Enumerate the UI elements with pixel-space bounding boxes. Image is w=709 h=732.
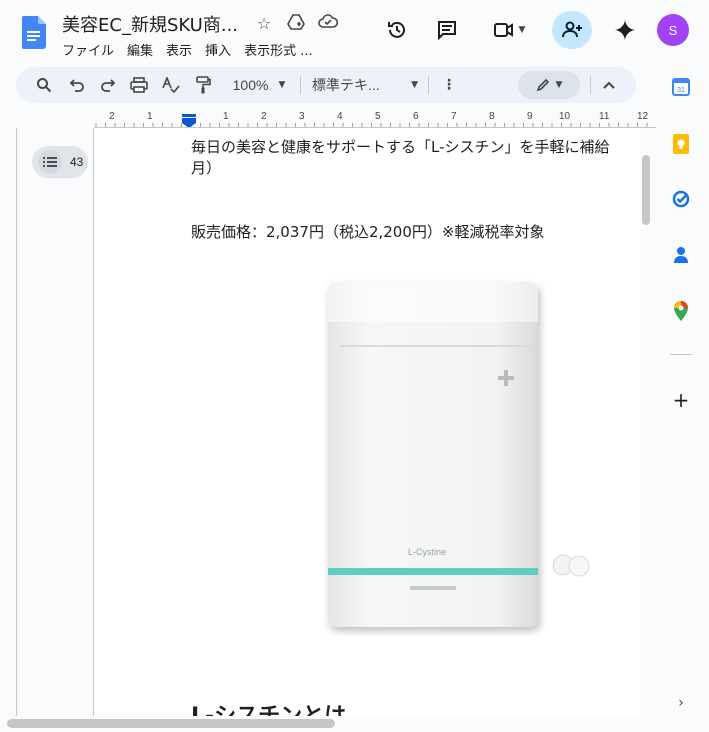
menu-bar: ファイル 編集 表示 挿入 表示形式 ...: [62, 40, 326, 59]
menu-file[interactable]: ファイル: [62, 40, 114, 59]
vertical-scrollbar-thumb[interactable]: [642, 155, 650, 225]
move-to-drive-icon[interactable]: [285, 13, 307, 35]
toolbar-divider: [590, 76, 591, 94]
print-icon[interactable]: [128, 73, 150, 97]
dropdown-arrow-icon: ▼: [278, 80, 286, 90]
version-history-icon[interactable]: [382, 15, 412, 45]
body-text-line2[interactable]: 月）: [191, 158, 221, 179]
search-menus-icon[interactable]: [32, 73, 56, 97]
meet-button[interactable]: ▼: [486, 15, 532, 45]
paint-format-icon[interactable]: [192, 73, 214, 97]
comments-icon[interactable]: [432, 15, 462, 45]
ruler-number: 1: [223, 111, 229, 122]
pencil-icon: [536, 78, 549, 92]
outline-toggle-button[interactable]: 43: [32, 146, 88, 178]
cloud-status-icon[interactable]: [317, 13, 339, 35]
account-avatar[interactable]: S: [657, 14, 689, 46]
ruler-number: 1: [147, 111, 153, 122]
add-addon-icon[interactable]: +: [670, 388, 692, 412]
add-person-icon: [562, 21, 582, 38]
docs-logo-icon[interactable]: [22, 16, 46, 49]
ruler-number: 4: [337, 111, 343, 122]
menu-format[interactable]: 表示形式 ...: [244, 40, 313, 59]
dropdown-arrow-icon: ▼: [518, 25, 526, 35]
ruler-number: 2: [109, 111, 115, 122]
menu-view[interactable]: 表示: [166, 40, 192, 59]
dropdown-arrow-icon: ▼: [411, 80, 418, 90]
share-button[interactable]: [552, 11, 592, 49]
side-panel-divider: [670, 354, 692, 355]
more-options-icon[interactable]: ⋮: [440, 73, 458, 97]
star-icon[interactable]: ☆: [253, 13, 275, 35]
contacts-icon[interactable]: [670, 244, 692, 266]
ruler-number: 8: [489, 111, 495, 122]
undo-icon[interactable]: [66, 73, 88, 97]
dropdown-arrow-icon: ▼: [555, 80, 563, 90]
ruler-number: 9: [527, 111, 533, 122]
document-page[interactable]: 毎日の美容と健康をサポートする「L-シスチン」を手軽に補給 月） 販売価格：2,…: [95, 128, 640, 716]
ruler-number: 12: [637, 111, 649, 122]
redo-icon[interactable]: [97, 73, 119, 97]
ruler-number: 5: [375, 111, 381, 122]
price-text[interactable]: 販売価格：2,037円（税込2,200円）※軽減税率対象: [191, 222, 544, 243]
svg-text:31: 31: [677, 87, 685, 94]
ruler-number: 11: [599, 111, 610, 122]
toolbar-divider: [300, 76, 301, 94]
tasks-icon[interactable]: [670, 188, 692, 210]
keep-icon[interactable]: [670, 133, 692, 155]
list-icon: [38, 150, 62, 174]
toolbar-divider: [428, 76, 429, 94]
menu-insert[interactable]: 挿入: [205, 40, 231, 59]
ruler-number: 2: [261, 111, 267, 122]
ruler-number: 3: [299, 111, 305, 122]
outline-pane: [16, 128, 94, 716]
zoom-value: 100%: [232, 77, 269, 93]
expand-panel-icon[interactable]: ›: [670, 692, 692, 714]
calendar-icon[interactable]: 31: [670, 76, 692, 98]
spellcheck-icon[interactable]: [160, 73, 182, 97]
ruler-number: 7: [451, 111, 457, 122]
product-label: L-Cystine: [408, 547, 446, 557]
ruler-number: 10: [559, 111, 571, 122]
menu-edit[interactable]: 編集: [127, 40, 153, 59]
horizontal-scrollbar-thumb[interactable]: [7, 719, 335, 728]
hide-menus-icon[interactable]: [598, 73, 620, 97]
body-text-line1[interactable]: 毎日の美容と健康をサポートする「L-シスチン」を手軽に補給: [191, 137, 640, 158]
editing-mode-button[interactable]: ▼: [518, 71, 580, 99]
maps-icon[interactable]: [670, 300, 692, 322]
section-heading[interactable]: L-シスチンとは: [191, 698, 346, 716]
document-title[interactable]: 美容EC_新規SKU商...: [62, 11, 238, 37]
ruler-number: 6: [413, 111, 419, 122]
product-image[interactable]: L-Cystine: [320, 276, 610, 636]
paragraph-style-value: 標準テキ...: [312, 77, 380, 93]
gemini-icon[interactable]: [610, 15, 640, 45]
paragraph-style-select[interactable]: 標準テキ... ▼: [312, 73, 418, 97]
zoom-select[interactable]: 100% ▼: [224, 73, 294, 97]
outline-count: 43: [70, 155, 84, 169]
